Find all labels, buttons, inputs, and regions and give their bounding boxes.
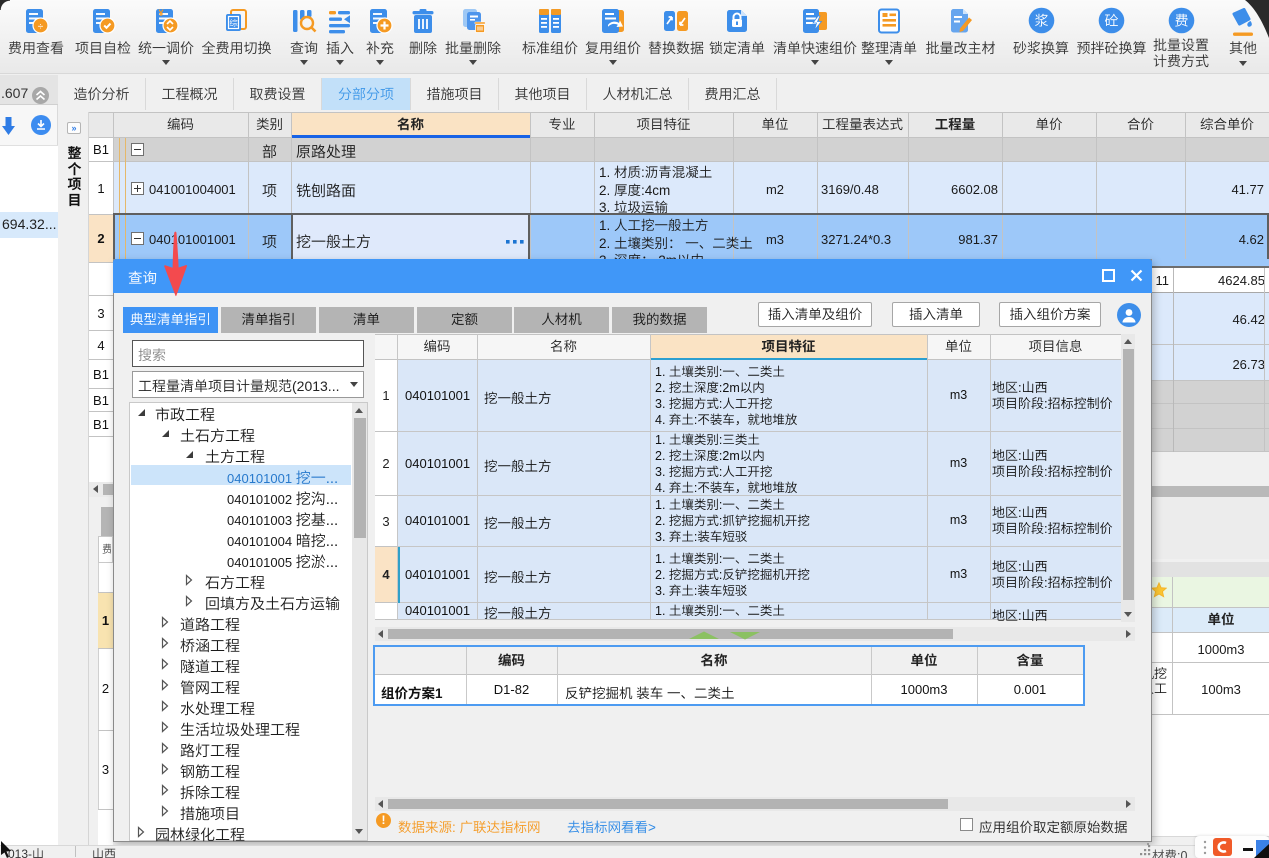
svg-text:÷: ÷ (38, 22, 44, 33)
svg-text:费: 费 (1175, 11, 1189, 31)
svg-text:¥: ¥ (158, 8, 163, 18)
svg-text:综: 综 (229, 17, 238, 29)
svg-text:浆: 浆 (1035, 11, 1049, 31)
svg-text:砼: 砼 (1105, 11, 1119, 31)
